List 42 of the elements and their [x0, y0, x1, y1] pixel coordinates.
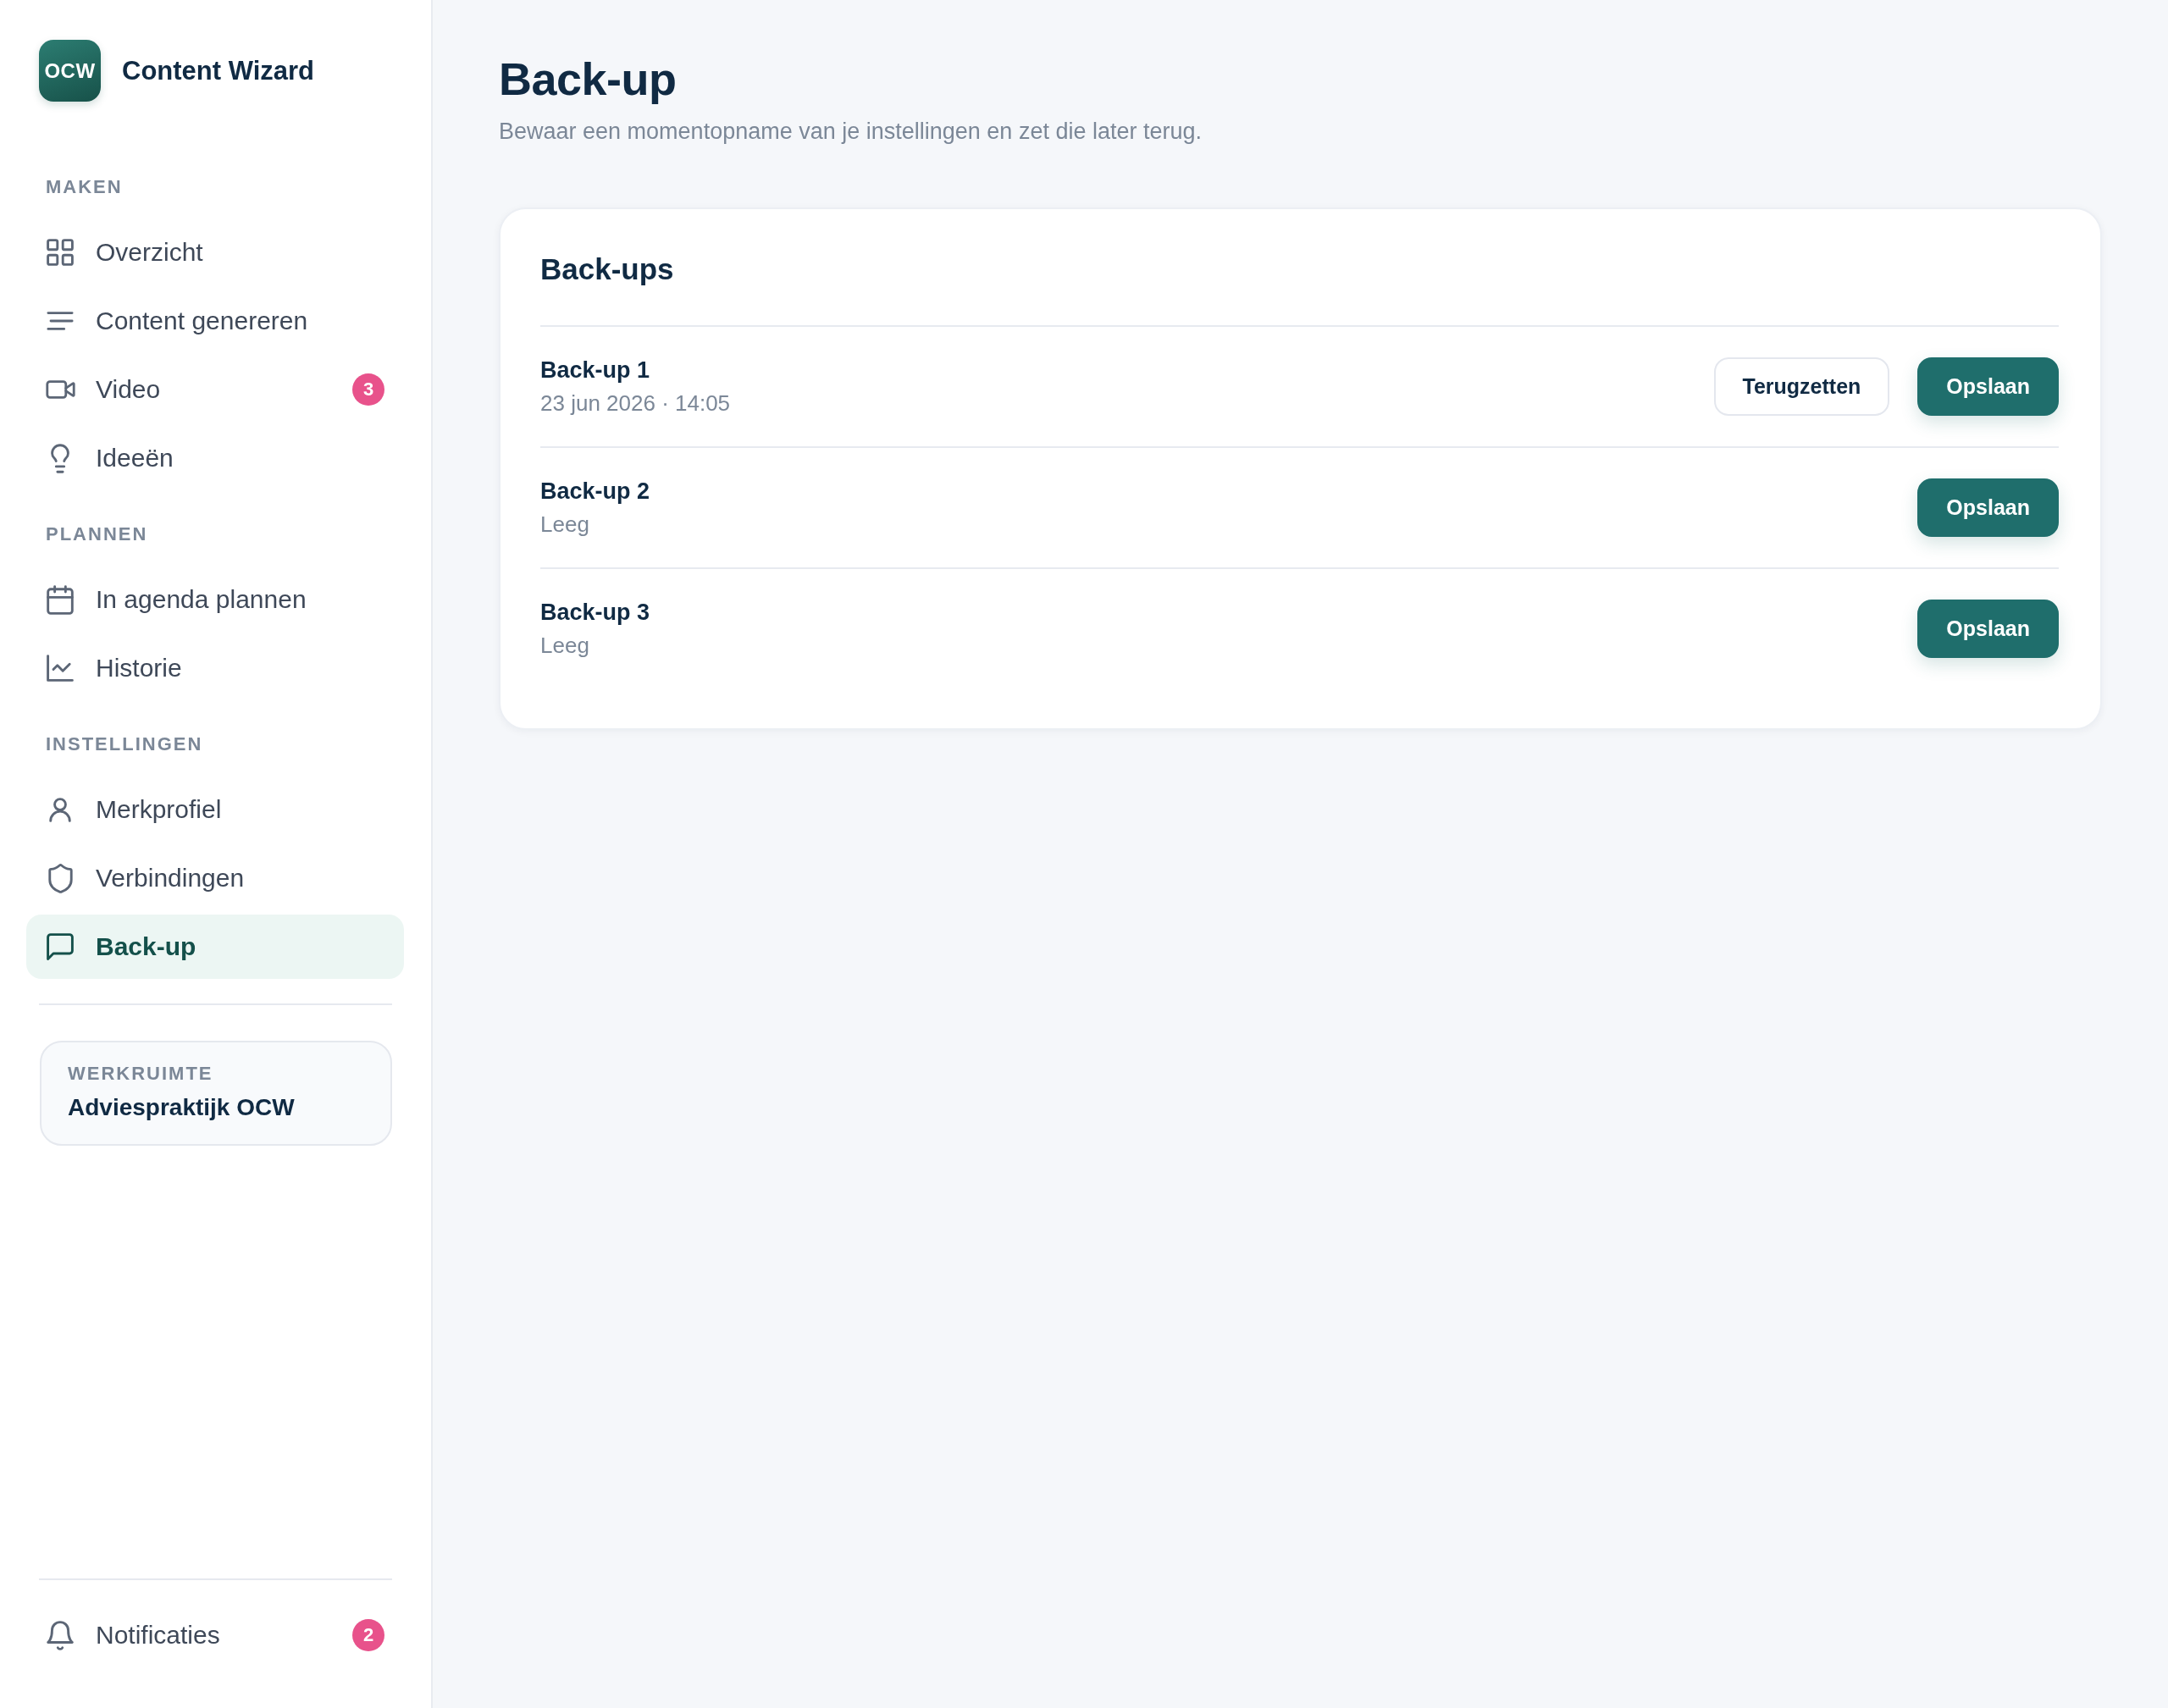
save-button[interactable]: Opslaan: [1917, 478, 2059, 537]
notifications-item[interactable]: Notificaties 2: [26, 1603, 404, 1667]
nav-item[interactable]: Ideeën: [26, 426, 404, 490]
page-title: Back-up: [499, 53, 678, 106]
card-title: Back-ups: [540, 252, 675, 287]
calendar-icon: [47, 584, 74, 615]
backup-name: Back-up 1: [540, 357, 651, 384]
count-badge: 2: [352, 1619, 384, 1651]
workspace-name: Adviespraktijk OCW: [68, 1093, 296, 1122]
nav-item[interactable]: Merkprofiel: [26, 777, 404, 842]
backup-name: Back-up 2: [540, 478, 650, 506]
lightbulb-icon: [51, 443, 69, 473]
shield-icon: [47, 863, 73, 893]
nav-item[interactable]: In agenda plannen: [26, 567, 404, 632]
restore-button[interactable]: Terugzetten: [1713, 357, 1890, 416]
workspace-label: WERKRUIMTE: [68, 1063, 214, 1085]
nav-item[interactable]: Overzicht: [26, 220, 404, 285]
nav-item[interactable]: Content genereren: [26, 289, 404, 353]
count-badge: 3: [352, 373, 384, 406]
backup-detail: Leeg: [540, 632, 590, 660]
app-logo: OCW: [39, 40, 101, 102]
video-camera-icon: [45, 380, 75, 399]
speech-bubble-icon: [47, 933, 74, 960]
section-label: MAKEN: [45, 176, 124, 198]
save-button[interactable]: Opslaan: [1917, 357, 2059, 416]
grid-icon: [47, 239, 74, 266]
nav-item[interactable]: Video 3: [26, 357, 404, 422]
section-label: PLANNEN: [45, 523, 149, 545]
page-subtitle: Bewaar een momentopname van je instellingen en zet die later terug.: [499, 118, 1203, 146]
backup-name: Back-up 3: [540, 599, 650, 627]
save-button[interactable]: Opslaan: [1917, 600, 2059, 658]
backup-detail: Leeg: [540, 511, 590, 539]
user-icon: [49, 797, 71, 822]
nav-item[interactable]: Verbindingen: [26, 846, 404, 910]
section-label: INSTELLINGEN: [45, 733, 204, 755]
nav-item[interactable]: Back-up: [26, 915, 404, 979]
line-chart-icon: [47, 655, 74, 682]
backup-detail: 23 jun 2026 · 14:05: [540, 390, 731, 417]
text-lines-icon: [47, 312, 74, 330]
bell-icon: [47, 1620, 74, 1650]
app-name: Content Wizard: [122, 55, 315, 86]
nav-item[interactable]: Historie: [26, 636, 404, 700]
